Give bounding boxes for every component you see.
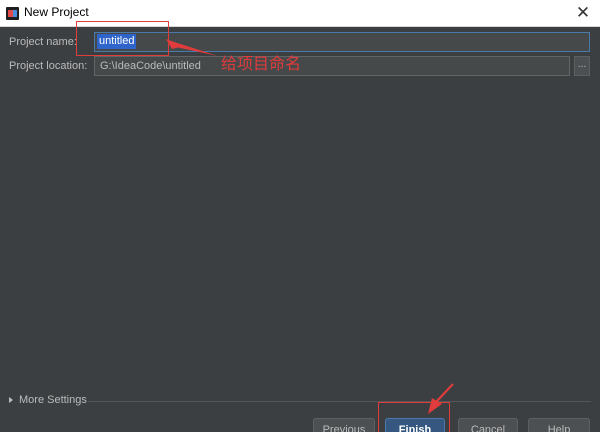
app-logo-icon	[6, 7, 19, 20]
more-settings-label: More Settings	[19, 394, 87, 406]
previous-button[interactable]: Previous	[313, 418, 375, 432]
project-location-input[interactable]: G:\IdeaCode\untitled	[94, 56, 570, 76]
more-settings-separator	[88, 401, 591, 402]
project-location-label: Project location:	[9, 60, 88, 72]
chevron-right-icon	[9, 397, 13, 404]
close-icon[interactable]: ✕	[574, 4, 592, 22]
cancel-button[interactable]: Cancel	[458, 418, 518, 432]
help-button[interactable]: Help	[528, 418, 590, 432]
browse-button[interactable]: ...	[574, 56, 590, 76]
project-name-label: Project name:	[9, 36, 77, 48]
window-title: New Project	[24, 5, 89, 19]
annotation-box-finish	[378, 402, 450, 432]
annotation-note: 给项目命名	[221, 54, 302, 73]
more-settings-toggle[interactable]: More Settings	[9, 394, 87, 406]
annotation-box-name	[76, 21, 169, 56]
